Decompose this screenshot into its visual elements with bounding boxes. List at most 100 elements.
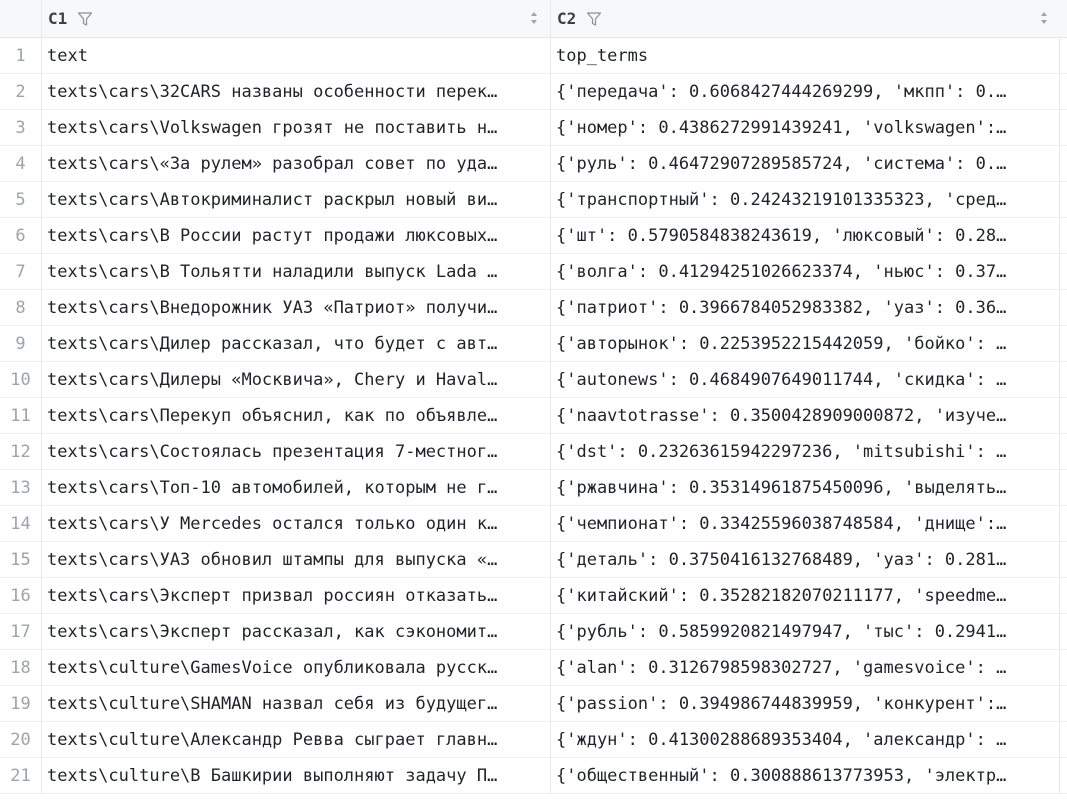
row-number: 14 (0, 506, 42, 541)
table-row[interactable]: 15 texts\cars\УАЗ обновил штампы для выпу… (0, 542, 1067, 578)
cell-c2[interactable]: {'номер': 0.4386272991439241, 'volkswage… (551, 110, 1060, 145)
table-row[interactable]: 5 texts\cars\Автокриминалист раскрыл новы… (0, 182, 1067, 218)
table-row[interactable]: 11 texts\cars\Перекуп объяснил, как по об… (0, 398, 1067, 434)
table-row[interactable]: 19 texts\culture\SHAMAN назвал себя из бу… (0, 686, 1067, 722)
cell-c1[interactable]: texts\culture\В Башкирии выполняют задач… (42, 758, 551, 793)
cell-text: texts\cars\Перекуп объяснил, как по объя… (47, 405, 498, 426)
cell-c1[interactable]: text (42, 38, 551, 73)
cell-text: {'naavtotrasse': 0.3500428909000872, 'из… (556, 405, 1007, 426)
cell-text: texts\cars\УАЗ обновил штампы для выпуск… (47, 549, 498, 570)
filter-icon[interactable] (77, 11, 93, 27)
cell-c1[interactable]: texts\cars\Дилер рассказал, что будет с … (42, 326, 551, 361)
cell-c2[interactable]: {'ржавчина': 0.35314961875450096, 'выдел… (551, 470, 1060, 505)
table-row[interactable]: 10 texts\cars\Дилеры «Москвича», Chery и … (0, 362, 1067, 398)
cell-text: texts\culture\GamesVoice опубликовала ру… (47, 657, 498, 678)
cell-c1[interactable]: texts\cars\«За рулем» разобрал совет по … (42, 146, 551, 181)
row-number: 19 (0, 686, 42, 721)
cell-c2[interactable]: {'чемпионат': 0.33425596038748584, 'днищ… (551, 506, 1060, 541)
cell-c1[interactable]: texts\cars\Перекуп объяснил, как по объя… (42, 398, 551, 433)
row-number: 7 (0, 254, 42, 289)
row-number: 3 (0, 110, 42, 145)
cell-c1[interactable]: texts\cars\Эксперт призвал россиян отказ… (42, 578, 551, 613)
table-row[interactable]: 17 texts\cars\Эксперт рассказал, как сэко… (0, 614, 1067, 650)
cell-c2[interactable]: {'китайский': 0.35282182070211177, 'spee… (551, 578, 1060, 613)
cell-c2[interactable]: {'патриот': 0.3966784052983382, 'уаз': 0… (551, 290, 1060, 325)
cell-c1[interactable]: texts\cars\Volkswagen грозят не поставит… (42, 110, 551, 145)
cell-c2[interactable]: {'авторынок': 0.2253952215442059, 'бойко… (551, 326, 1060, 361)
cell-text: {'autonews': 0.4684907649011744, 'скидка… (556, 369, 1007, 390)
cell-c1[interactable]: texts\cars\УАЗ обновил штампы для выпуск… (42, 542, 551, 577)
cell-c1[interactable]: texts\culture\Александр Ревва сыграет гл… (42, 722, 551, 757)
cell-text: texts\cars\В России растут продажи люксо… (47, 225, 498, 246)
cell-text: {'passion': 0.394986744839959, 'конкурен… (556, 693, 1007, 714)
cell-c2[interactable]: {'dst': 0.23263615942297236, 'mitsubishi… (551, 434, 1060, 469)
cell-c1[interactable]: texts\culture\GamesVoice опубликовала ру… (42, 650, 551, 685)
filter-icon[interactable] (586, 11, 602, 27)
cell-c2[interactable]: {'autonews': 0.4684907649011744, 'скидка… (551, 362, 1060, 397)
cell-text: {'транспортный': 0.24243219101335323, 'с… (556, 189, 1007, 210)
table-row[interactable]: 20 texts\culture\Александр Ревва сыграет … (0, 722, 1067, 758)
row-number: 9 (0, 326, 42, 361)
cell-c2[interactable]: {'naavtotrasse': 0.3500428909000872, 'из… (551, 398, 1060, 433)
cell-c1[interactable]: texts\cars\32CARS названы особенности пе… (42, 74, 551, 109)
cell-c1[interactable]: texts\cars\Эксперт рассказал, как сэконо… (42, 614, 551, 649)
table-row[interactable]: 2 texts\cars\32CARS названы особенности п… (0, 74, 1067, 110)
table-row[interactable]: 21 texts\culture\В Башкирии выполняют зад… (0, 758, 1067, 794)
cell-text: texts\cars\Эксперт рассказал, как сэконо… (47, 621, 498, 642)
cell-c1[interactable]: texts\cars\Топ-10 автомобилей, которым н… (42, 470, 551, 505)
column-header-c2[interactable]: C2 (551, 0, 1060, 37)
cell-c2[interactable]: {'шт': 0.5790584838243619, 'люксовый': 0… (551, 218, 1060, 253)
table-row[interactable]: 4 texts\cars\«За рулем» разобрал совет по… (0, 146, 1067, 182)
cell-text: {'деталь': 0.3750416132768489, 'уаз': 0.… (556, 549, 1007, 570)
cell-text: {'авторынок': 0.2253952215442059, 'бойко… (556, 333, 1007, 354)
cell-c2[interactable]: {'руль': 0.46472907289585724, 'система':… (551, 146, 1060, 181)
sort-icon[interactable] (1040, 9, 1048, 27)
cell-c2[interactable]: {'общественный': 0.300888613773953, 'эле… (551, 758, 1060, 793)
table-row[interactable]: 3 texts\cars\Volkswagen грозят не постави… (0, 110, 1067, 146)
table-row[interactable]: 1 text top_terms (0, 38, 1067, 74)
cell-c1[interactable]: texts\cars\Автокриминалист раскрыл новый… (42, 182, 551, 217)
table-row[interactable]: 9 texts\cars\Дилер рассказал, что будет с… (0, 326, 1067, 362)
cell-text: texts\cars\Дилеры «Москвича», Chery и Ha… (47, 369, 498, 390)
cell-c2[interactable]: {'alan': 0.3126798598302727, 'gamesvoice… (551, 650, 1060, 685)
cell-c1[interactable]: texts\cars\У Mercedes остался только оди… (42, 506, 551, 541)
table-row[interactable]: 14 texts\cars\У Mercedes остался только о… (0, 506, 1067, 542)
cell-c1[interactable]: texts\cars\Состоялась презентация 7-мест… (42, 434, 551, 469)
table-row[interactable]: 6 texts\cars\В России растут продажи люкс… (0, 218, 1067, 254)
cell-c2[interactable]: {'ждун': 0.41300288689353404, 'александр… (551, 722, 1060, 757)
cell-text: texts\cars\Эксперт призвал россиян отказ… (47, 585, 498, 606)
column-header-c1[interactable]: C1 (42, 0, 551, 37)
table-row[interactable]: 13 texts\cars\Топ-10 автомобилей, которым… (0, 470, 1067, 506)
cell-text: text (47, 45, 88, 66)
cell-text: texts\cars\В Тольятти наладили выпуск La… (47, 261, 498, 282)
row-number: 1 (0, 38, 42, 73)
cell-text: texts\cars\У Mercedes остался только оди… (47, 513, 498, 534)
table-row[interactable]: 16 texts\cars\Эксперт призвал россиян отк… (0, 578, 1067, 614)
cell-text: texts\culture\SHAMAN назвал себя из буду… (47, 693, 498, 714)
table-row[interactable]: 8 texts\cars\Внедорожник УАЗ «Патриот» по… (0, 290, 1067, 326)
cell-c1[interactable]: texts\cars\Внедорожник УАЗ «Патриот» пол… (42, 290, 551, 325)
cell-c2[interactable]: {'волга': 0.41294251026623374, 'ньюс': 0… (551, 254, 1060, 289)
cell-text: texts\culture\Александр Ревва сыграет гл… (47, 729, 498, 750)
cell-c2[interactable]: {'деталь': 0.3750416132768489, 'уаз': 0.… (551, 542, 1060, 577)
row-number: 10 (0, 362, 42, 397)
cell-c2[interactable]: {'транспортный': 0.24243219101335323, 'с… (551, 182, 1060, 217)
table-row[interactable]: 12 texts\cars\Состоялась презентация 7-ме… (0, 434, 1067, 470)
sort-icon[interactable] (530, 9, 538, 27)
cell-c2[interactable]: {'passion': 0.394986744839959, 'конкурен… (551, 686, 1060, 721)
cell-text: {'руль': 0.46472907289585724, 'система':… (556, 153, 1007, 174)
cell-c1[interactable]: texts\culture\SHAMAN назвал себя из буду… (42, 686, 551, 721)
row-number: 18 (0, 650, 42, 685)
table-row[interactable]: 18 texts\culture\GamesVoice опубликовала … (0, 650, 1067, 686)
cell-c2[interactable]: {'передача': 0.6068427444269299, 'мкпп':… (551, 74, 1060, 109)
cell-c2[interactable]: {'рубль': 0.5859920821497947, 'тыс': 0.2… (551, 614, 1060, 649)
table-row[interactable]: 7 texts\cars\В Тольятти наладили выпуск L… (0, 254, 1067, 290)
cell-c1[interactable]: texts\cars\В России растут продажи люксо… (42, 218, 551, 253)
row-number: 5 (0, 182, 42, 217)
cell-text: texts\cars\Внедорожник УАЗ «Патриот» пол… (47, 297, 498, 318)
cell-text: {'китайский': 0.35282182070211177, 'spee… (556, 585, 1007, 606)
cell-c2[interactable]: top_terms (551, 38, 1060, 73)
cell-c1[interactable]: texts\cars\Дилеры «Москвича», Chery и Ha… (42, 362, 551, 397)
cell-c1[interactable]: texts\cars\В Тольятти наладили выпуск La… (42, 254, 551, 289)
cell-text: {'ржавчина': 0.35314961875450096, 'выдел… (556, 477, 1007, 498)
